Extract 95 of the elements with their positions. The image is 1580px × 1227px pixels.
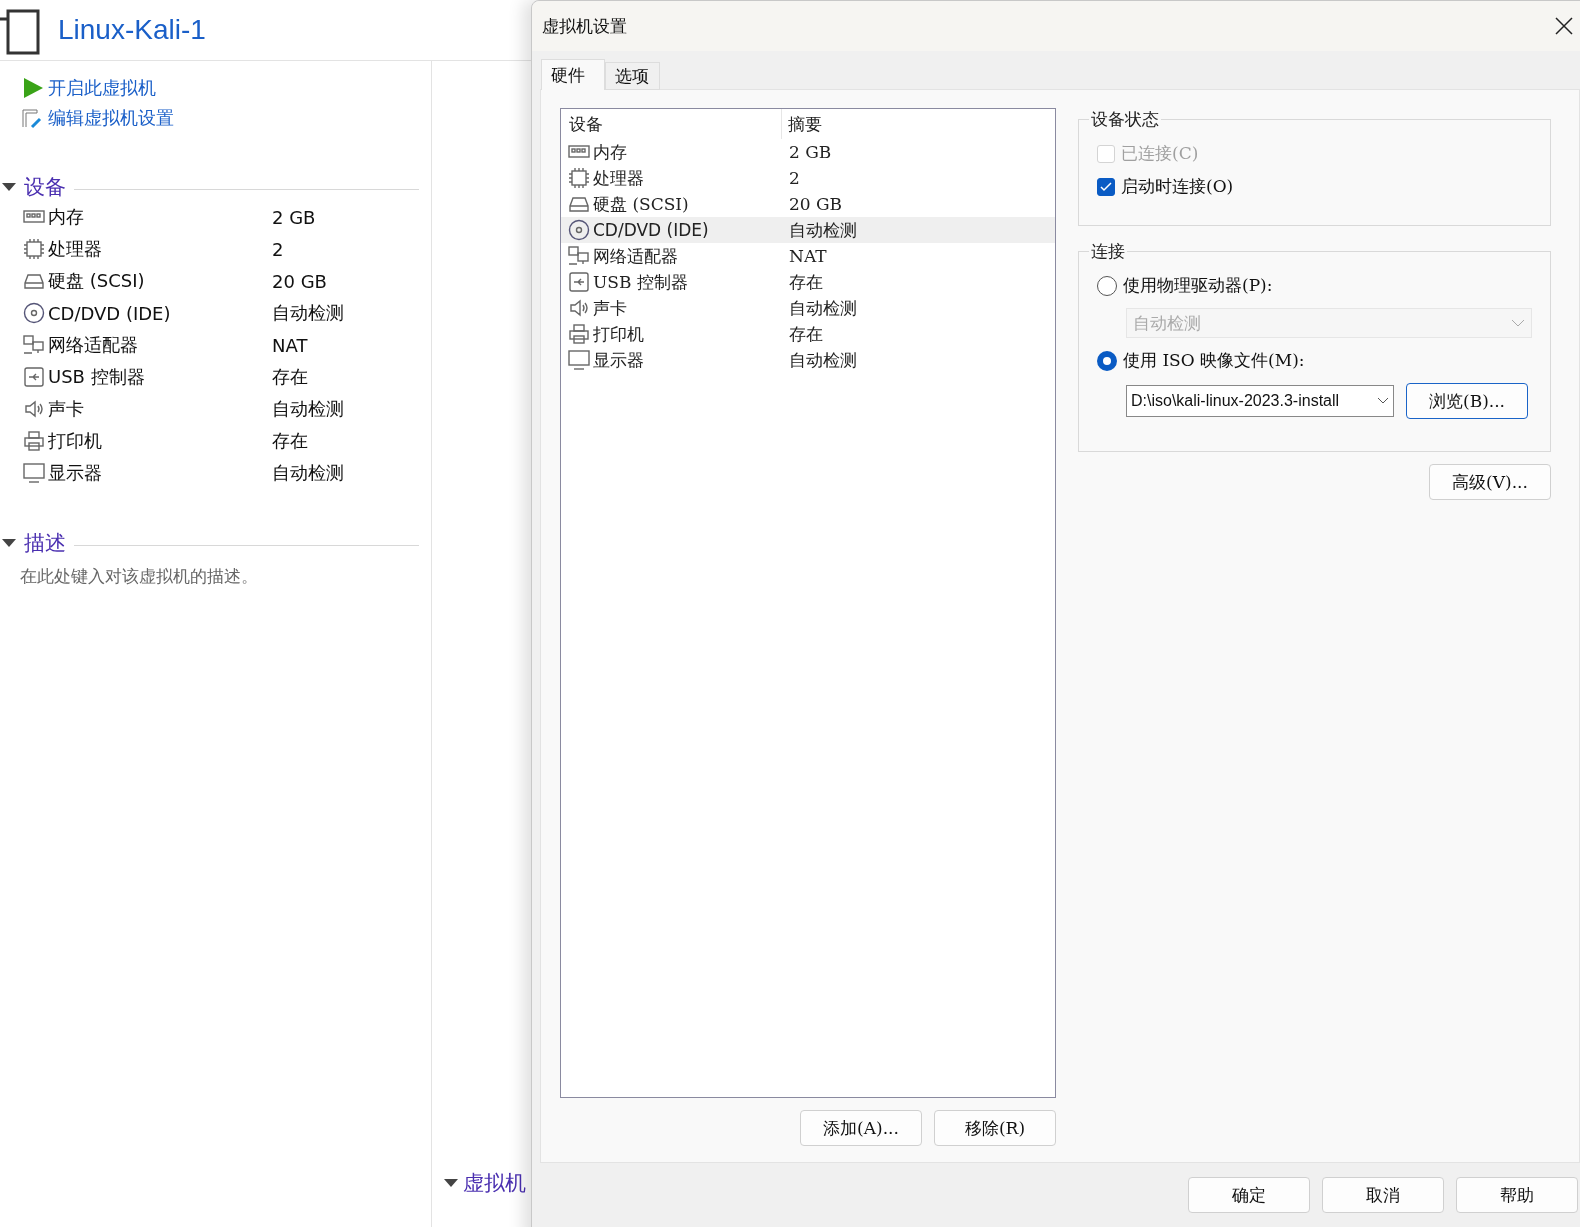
advanced-button[interactable]: 高级(V)... [1429,464,1551,500]
device-summary: 存在 [788,270,824,294]
disc-icon [22,301,46,325]
device-row[interactable]: 打印机 存在 [561,321,1055,347]
device-value: 存在 [272,365,309,389]
device-name: 内存 [22,205,272,229]
group-title: 设备状态 [1090,108,1160,131]
device-value: 2 GB [272,206,317,228]
ok-button[interactable]: 确定 [1188,1177,1310,1213]
chevron-icon [1511,319,1525,327]
radio-button[interactable] [1097,350,1117,371]
printer-icon [567,322,591,346]
device-name: 打印机 [593,322,644,346]
edit-settings-link[interactable]: 编辑虚拟机设置 [22,103,431,133]
device-name: 声卡 [22,397,272,421]
usb-icon [22,365,46,389]
remove-button[interactable]: 移除(R) [934,1110,1056,1146]
device-summary: 存在 [788,322,824,346]
device-value: 自动检测 [272,461,345,485]
device-name: 网络适配器 [22,333,272,357]
device-row[interactable]: 内存 2 GB [561,139,1055,165]
device-value: 20 GB [272,270,328,292]
device-summary: 2 [788,167,801,190]
network-icon [567,244,591,268]
radio-label: 使用 ISO 映像文件(M): [1123,349,1305,372]
check-icon [1100,181,1112,192]
device-value: NAT [272,334,309,356]
section-title: 描述 [24,530,66,557]
device-name: CD/DVD (IDE) [22,301,272,325]
browse-button[interactable]: 浏览(B)... [1406,383,1528,419]
description-placeholder[interactable]: 在此处键入对该虚拟机的描述。 [20,565,431,588]
device-summary: 20 GB [788,193,844,216]
column-header[interactable]: 摘要 [781,109,1055,139]
checkbox[interactable] [1097,177,1115,196]
iso-path-dropdown[interactable]: D:\iso\kali-linux-2023.3-install [1126,385,1394,417]
device-name: 显示器 [593,348,644,372]
printer-icon [22,429,46,453]
device-name: 声卡 [593,296,627,320]
add-button[interactable]: 添加(A)... [800,1110,922,1146]
device-row[interactable]: 网络适配器 NAT [561,243,1055,269]
device-value: 2 [272,238,285,260]
collapse-icon[interactable] [444,1178,458,1188]
dialog-title: 虚拟机设置 [542,14,627,38]
collapse-icon[interactable] [2,538,16,548]
device-name: 打印机 [22,429,272,453]
device-row[interactable]: 声卡 自动检测 [561,295,1055,321]
vm-title: Linux-Kali-1 [58,14,206,46]
device-row[interactable]: USB 控制器 存在 [561,269,1055,295]
device-summary: 自动检测 [788,296,858,320]
monitor-icon [567,348,591,372]
device-row[interactable]: 处理器 2 [561,165,1055,191]
disc-icon [567,218,591,242]
device-name: USB 控制器 [593,270,688,294]
chevron-icon [1377,397,1389,405]
checkbox-label: 已连接(C) [1121,142,1199,165]
tab[interactable]: 选项 [605,62,660,90]
tab[interactable]: 硬件 [541,59,605,90]
device-summary: NAT [788,245,828,268]
cancel-button[interactable]: 取消 [1322,1177,1444,1213]
device-row[interactable]: 显示器 自动检测 [561,347,1055,373]
device-value: 自动检测 [272,397,345,421]
device-name: 硬盘 (SCSI) [593,192,689,216]
help-button[interactable]: 帮助 [1456,1177,1578,1213]
device-row[interactable]: CD/DVD (IDE) 自动检测 [561,217,1055,243]
edit-icon [22,107,44,129]
checkbox-label: 启动时连接(O) [1121,175,1234,198]
device-name: USB 控制器 [22,365,272,389]
monitor-icon [22,461,46,485]
device-summary: 自动检测 [788,218,858,242]
collapse-icon[interactable] [2,182,16,192]
device-summary: 2 GB [788,141,833,164]
device-name: 网络适配器 [593,244,678,268]
network-icon [22,333,46,357]
column-header[interactable]: 设备 [561,109,781,139]
chip-icon [22,237,46,261]
device-name: 显示器 [22,461,272,485]
device-name: 内存 [593,140,627,164]
device-value: 自动检测 [272,301,345,325]
device-name: 处理器 [593,166,644,190]
device-row[interactable]: 硬盘 (SCSI) 20 GB [561,191,1055,217]
chip-icon [567,166,591,190]
device-name: CD/DVD (IDE) [593,220,709,240]
device-name: 处理器 [22,237,272,261]
play-icon [22,77,44,99]
radio-label: 使用物理驱动器(P): [1123,274,1273,297]
radio-button[interactable] [1097,275,1117,296]
section-title: 虚拟机 [463,1170,526,1197]
device-name: 硬盘 (SCSI) [22,269,272,293]
group-title: 连接 [1090,240,1126,263]
power-on-link[interactable]: 开启此虚拟机 [22,73,431,103]
device-value: 存在 [272,429,309,453]
usb-icon [567,270,591,294]
close-icon [1555,17,1573,35]
device-summary: 自动检测 [788,348,858,372]
section-title: 设备 [24,174,66,201]
